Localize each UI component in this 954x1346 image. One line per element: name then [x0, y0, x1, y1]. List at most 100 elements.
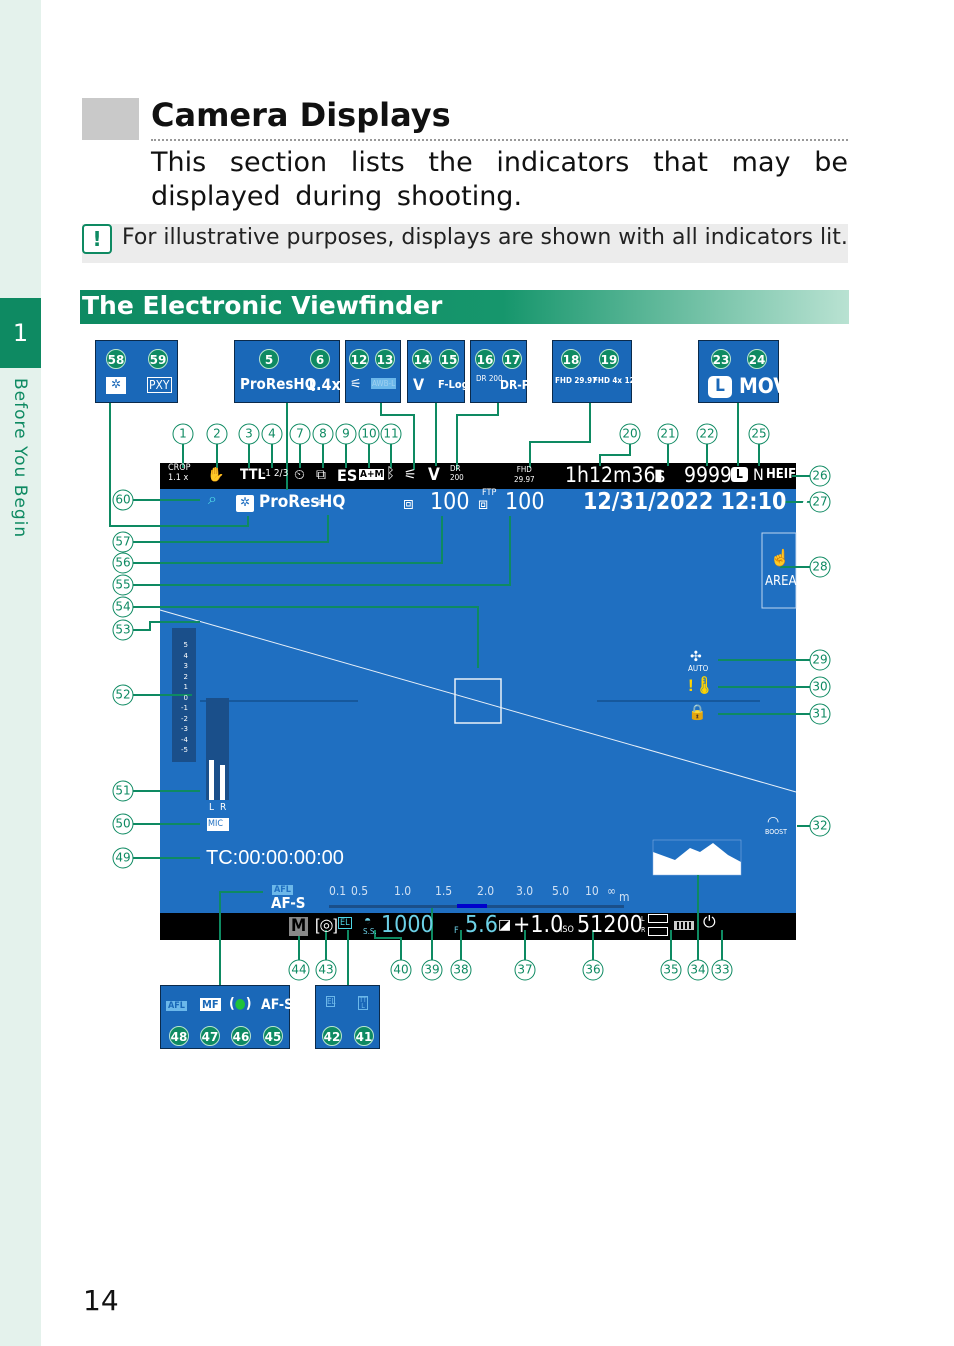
iso-value: 51200	[577, 912, 643, 938]
flash-compensation: -1 2/3	[262, 468, 289, 479]
callout-number: 46	[231, 1026, 251, 1046]
exposure-scale-tick: 2	[183, 672, 188, 681]
callout-number: 59	[148, 349, 168, 369]
proxy-label: PXY	[147, 377, 172, 393]
callout-51: 51	[112, 780, 134, 802]
image-size-icon: L	[731, 467, 748, 482]
callout-box-14-15: 14 15 V F-Log	[407, 340, 469, 403]
high-speed-label: FHD 4x 120	[593, 376, 640, 385]
flog-label: F-Log	[438, 378, 469, 391]
focus-distance-tick: 3.0	[516, 884, 534, 898]
battery-icon	[674, 921, 694, 930]
flicker-icon: ⚟	[350, 376, 362, 391]
battery-lr-labels: LR	[641, 915, 646, 934]
callout-box-23-24: 23 24 L MOV	[698, 340, 788, 403]
iso-label: ISO	[560, 925, 574, 935]
focus-distance-tick: 1.0	[394, 884, 412, 898]
callout-43: 43	[315, 959, 337, 981]
callout-number: 47	[200, 1026, 220, 1046]
callout-34: 34	[687, 959, 709, 981]
exposure-scale-tick: -4	[181, 735, 188, 744]
transfer-icon: ⧈	[403, 494, 414, 513]
exposure-scale-tick: 4	[183, 651, 188, 660]
callout-39: 39	[421, 959, 443, 981]
callout-8: 8	[312, 423, 334, 445]
focus-distance-tick: 10	[585, 884, 599, 898]
callout-2: 2	[206, 423, 228, 445]
crop-indicator: CROP 1.1 x	[168, 463, 191, 483]
callout-29: 29	[809, 649, 831, 671]
callout-number: 17	[502, 349, 522, 369]
file-format: HEIF	[766, 467, 797, 482]
touch-icon[interactable]: ☝	[770, 548, 790, 568]
fan-icon: ✣	[690, 648, 702, 664]
exposure-scale-tick: 5	[183, 641, 188, 649]
callout-4: 4	[261, 423, 283, 445]
card-slot-icon: ▮	[654, 467, 663, 484]
callout-44: 44	[288, 959, 310, 981]
ae-lock-label: EL	[326, 996, 336, 1007]
movie-mode: FHD 29.97	[514, 465, 535, 484]
touch-area-button[interactable]: AREA	[765, 574, 797, 589]
callout-number: 41	[354, 1026, 374, 1046]
callout-box-18-19: 18 19 FHD 29.97 FHD 4x 120	[552, 340, 640, 403]
focus-distance-tick: 2.0	[477, 884, 495, 898]
callout-number: 24	[747, 349, 767, 369]
f-label: F	[454, 926, 459, 936]
image-size-icon: L	[708, 376, 732, 398]
continuous-mode-icon: ⧉	[316, 466, 326, 482]
metering-icon: [◎]	[315, 917, 338, 934]
callout-25: 25	[748, 423, 770, 445]
callout-60: 60	[112, 489, 134, 511]
callout-box-5-6: 5 6 ProResHQ 1.4x	[234, 340, 341, 403]
ae-lock-icon: EL	[338, 917, 352, 929]
focus-distance-tick: 5.0	[552, 884, 570, 898]
shutter-type: ES	[337, 466, 358, 485]
callout-52: 52	[112, 684, 134, 706]
focus-distance-tick: 0.1	[329, 884, 347, 898]
callout-number: 13	[375, 349, 395, 369]
callout-28: 28	[809, 556, 831, 578]
exposure-scale-tick: -1	[181, 704, 188, 712]
callout-57: 57	[112, 531, 134, 553]
callout-55: 55	[112, 574, 134, 596]
ftp-count: 100	[505, 489, 545, 515]
image-quality: N	[753, 465, 764, 484]
ss-label: S.S.	[363, 927, 377, 936]
callout-1: 1	[172, 423, 194, 445]
callout-33: 33	[711, 959, 733, 981]
callout-37: 37	[514, 959, 536, 981]
exposure-scale-tick: -3	[181, 725, 188, 733]
shutter-speed: 1000	[381, 912, 434, 938]
mf-label: MF	[200, 998, 221, 1011]
callout-31: 31	[809, 703, 831, 725]
callout-27: 27	[809, 491, 831, 513]
callout-35: 35	[660, 959, 682, 981]
histogram	[653, 843, 741, 875]
frames-remaining: 9999	[684, 463, 733, 487]
exposure-compensation: +1.0	[513, 912, 564, 938]
mic-right-label: R	[220, 802, 227, 813]
callout-number: 58	[106, 349, 126, 369]
self-timer-icon: ⏲	[294, 466, 305, 482]
callout-box-58-59: 58 59 ✲ PXY	[95, 340, 178, 403]
movie-mode-label: FHD 29.97	[555, 376, 598, 385]
dynamic-range-label: DR 200	[476, 374, 503, 383]
mic-label: MIC	[208, 819, 224, 829]
film-simulation-icon: V	[428, 465, 440, 485]
callout-30: 30	[809, 676, 831, 698]
callout-box-41-42: EL TTL 42 41	[315, 985, 380, 1049]
afs-label: AF-S	[261, 997, 294, 1013]
awb-lock-label: AWB-L	[371, 378, 397, 389]
callout-number: 5	[259, 349, 279, 369]
callout-box-16-17: 16 17 DR 200 DR-P	[470, 340, 530, 403]
boost-label: BOOST	[765, 828, 787, 836]
exposure-scale-tick: -2	[181, 714, 188, 723]
focus-distance-tick: 0.5	[351, 884, 369, 898]
shutter-icon: ✲	[236, 495, 254, 512]
callout-11: 11	[380, 423, 402, 445]
callout-38: 38	[450, 959, 472, 981]
date-time: 12/31/2022 12:10 AM	[583, 489, 838, 515]
callout-lines	[109, 403, 810, 985]
callout-number: 15	[439, 349, 459, 369]
